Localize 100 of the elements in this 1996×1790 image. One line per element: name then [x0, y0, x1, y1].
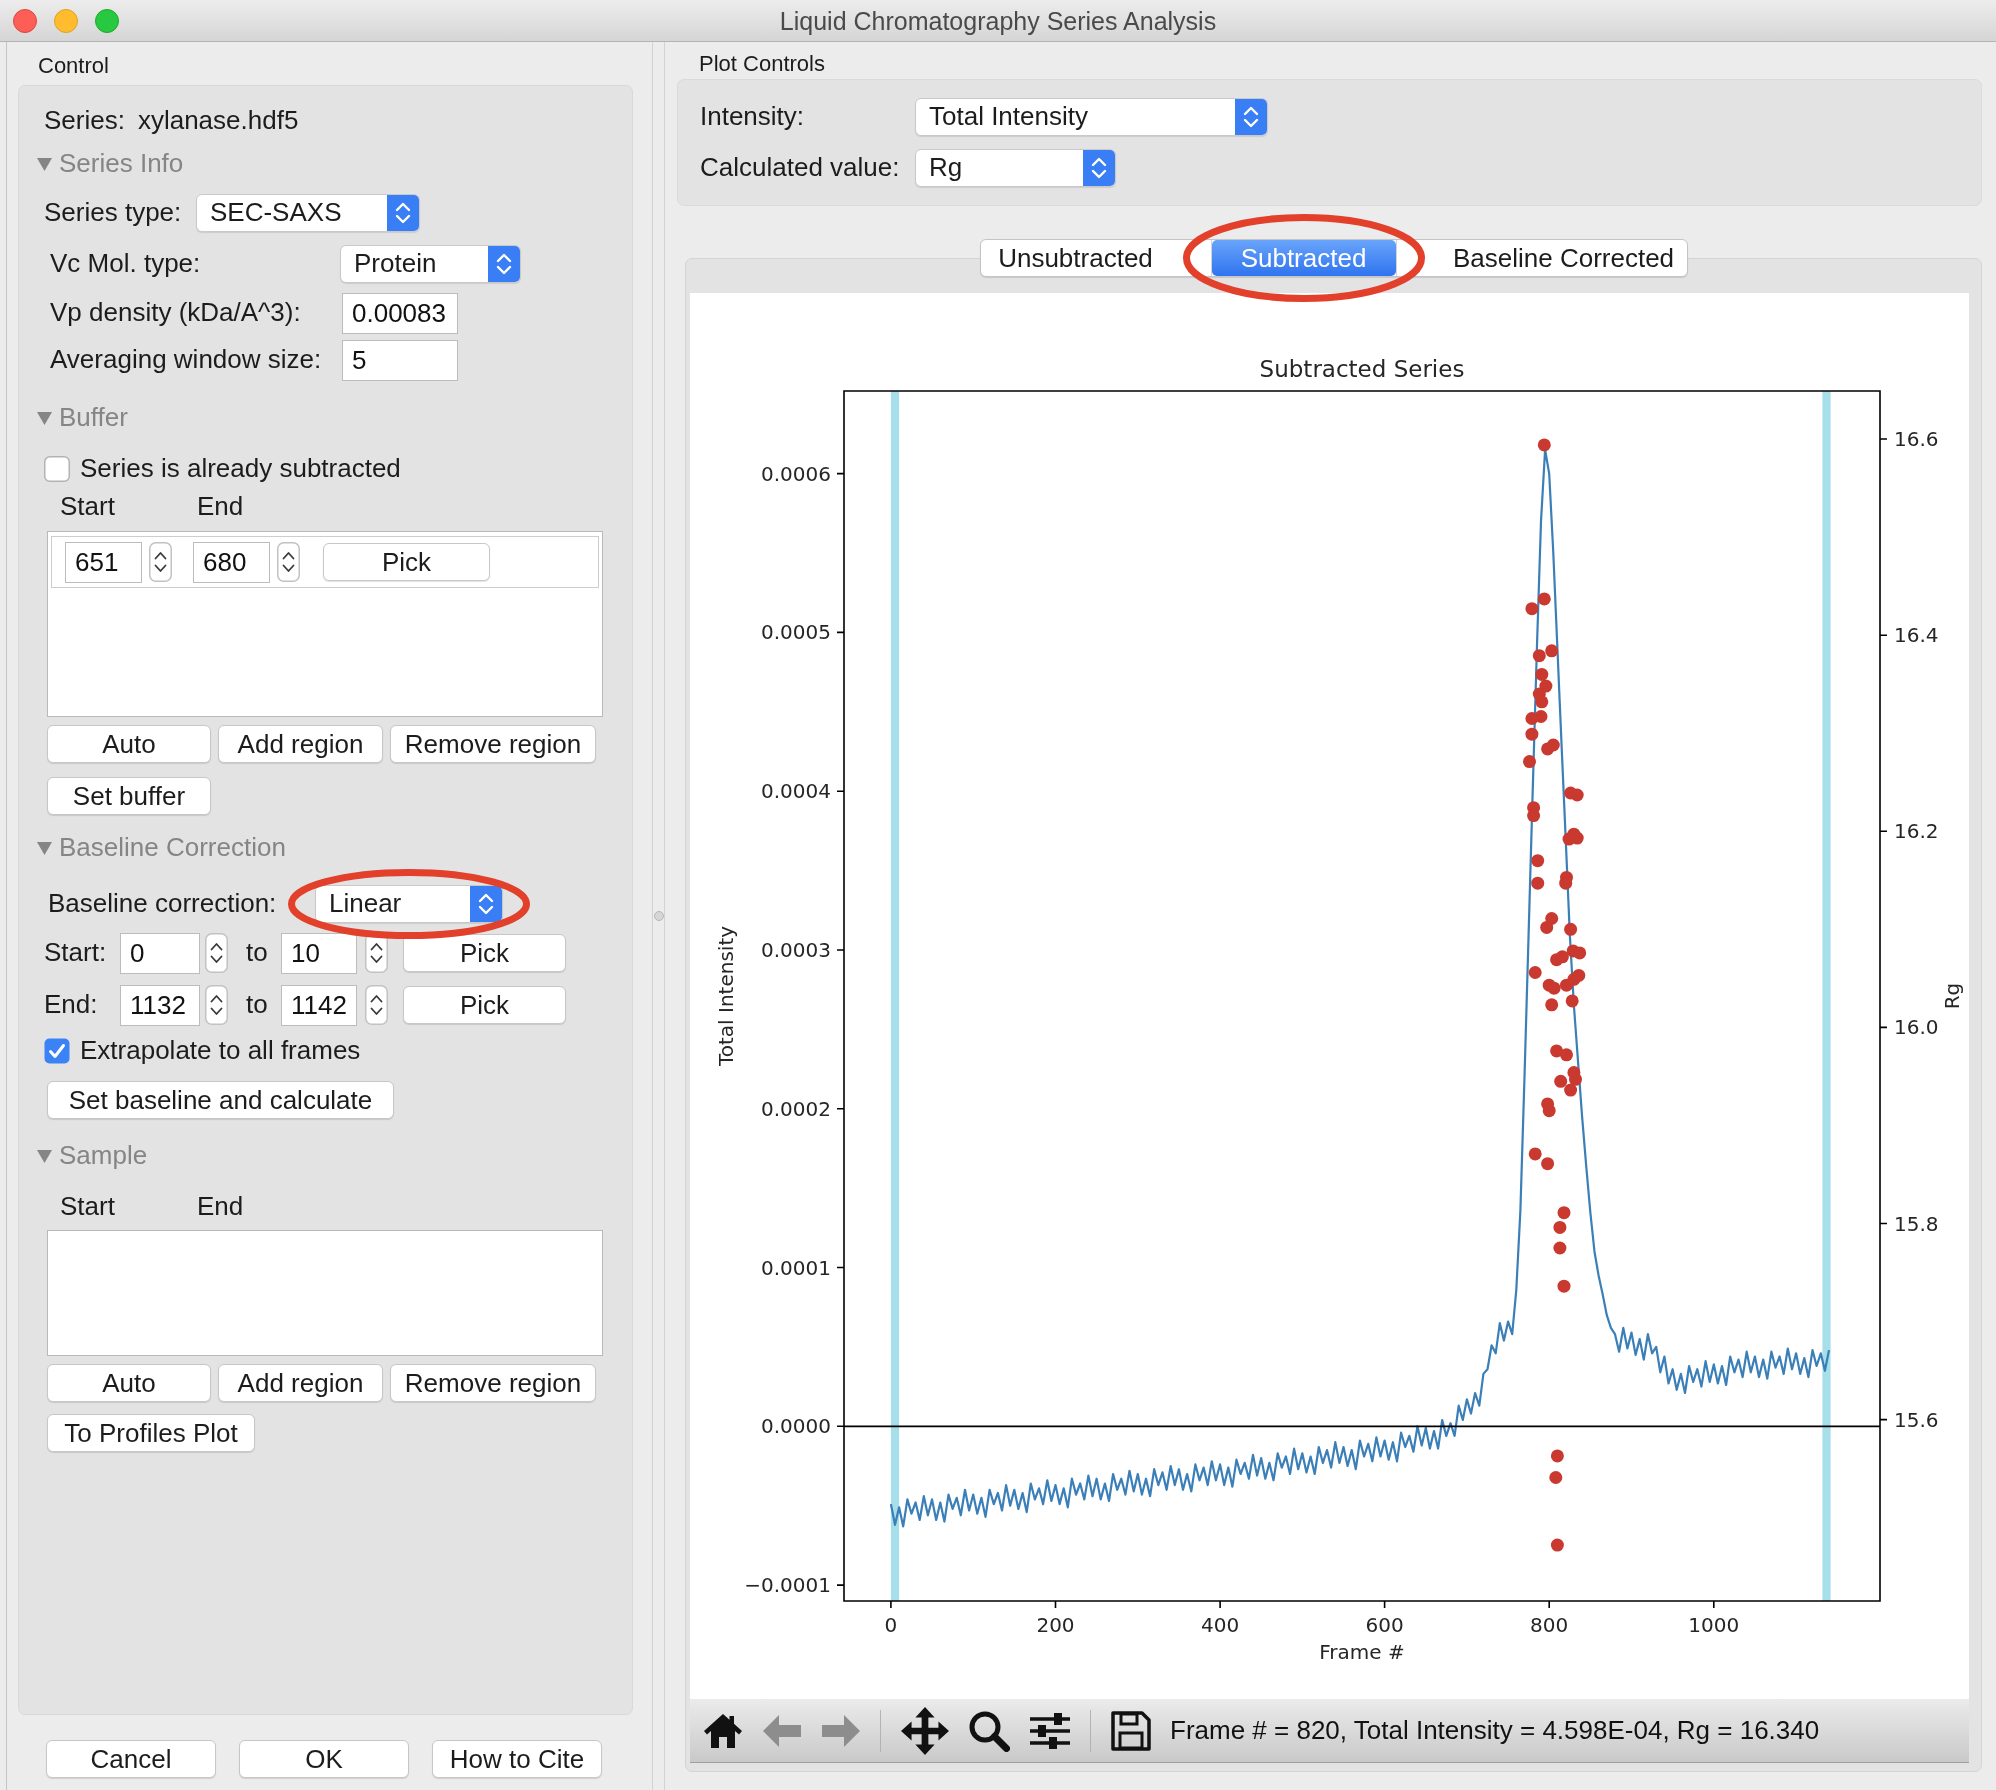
text-field[interactable]: 5	[342, 339, 458, 381]
dropdown[interactable]: SEC-SAXS	[196, 194, 420, 232]
text-field[interactable]: 0	[120, 932, 200, 974]
tick-label: 16.4	[1894, 623, 1939, 648]
section-title: Series Info	[59, 148, 184, 180]
disclosure-triangle-icon[interactable]	[37, 411, 52, 425]
tick-label: 0	[884, 1613, 898, 1637]
save-icon[interactable]	[1111, 1710, 1151, 1751]
dropdown-arrows-icon	[1235, 99, 1267, 135]
tick-label: 0.0005	[761, 620, 831, 645]
dropdown-arrows-icon	[387, 195, 419, 231]
pick-button[interactable]: Pick	[323, 543, 490, 581]
column-header: End	[197, 1191, 244, 1223]
group-caption: Plot Controls	[699, 51, 825, 76]
close-icon[interactable]	[13, 8, 37, 33]
field-label: Averaging window size:	[50, 344, 323, 376]
tick-label: 0.0004	[761, 779, 831, 804]
disclosure-triangle-icon[interactable]	[37, 841, 52, 855]
disclosure-triangle-icon[interactable]	[37, 1149, 52, 1163]
remove-region-button[interactable]: Remove region	[390, 1364, 596, 1402]
tab[interactable]: Unsubtracted	[980, 240, 1211, 276]
tick-label: 0.0003	[761, 938, 831, 962]
remove-region-button[interactable]: Remove region	[390, 725, 596, 763]
axis-title: Total Intensity	[714, 925, 738, 1067]
dropdown[interactable]: Rg	[915, 149, 1116, 187]
pick-button[interactable]: Pick	[403, 934, 566, 972]
auto-button[interactable]: Auto	[47, 725, 211, 763]
home-icon[interactable]	[703, 1712, 743, 1749]
field-label: Baseline correction:	[48, 888, 278, 920]
maximize-icon[interactable]	[95, 8, 119, 33]
tick-label: 600	[1365, 1613, 1404, 1637]
dropdown[interactable]: Protein	[340, 245, 521, 283]
tick-label: 16.6	[1894, 427, 1939, 451]
tick-label: 0.0006	[761, 461, 831, 486]
checkbox-label: Series is already subtracted	[80, 453, 401, 485]
dialog-button[interactable]: Cancel	[46, 1740, 216, 1778]
tick-label: 0.0002	[761, 1096, 831, 1121]
status-message: Frame # = 820, Total Intensity = 4.598E-04, Rg = 16.340	[1170, 1714, 1820, 1747]
add-region-button[interactable]: Add region	[218, 1364, 383, 1402]
field-label: Start:	[44, 937, 108, 969]
move-arrows-icon[interactable]	[901, 1706, 949, 1755]
field-label: End:	[44, 989, 99, 1021]
tick-label: 15.8	[1894, 1211, 1939, 1236]
file-name: xylanase.hdf5	[137, 105, 299, 137]
tick-label: 1000	[1688, 1613, 1740, 1637]
window-title: Liquid Chromatography Series Analysis	[779, 6, 1217, 35]
section-title: Buffer	[59, 402, 128, 434]
column-header: Start	[60, 491, 116, 523]
dialog-button[interactable]: OK	[239, 1740, 409, 1778]
dropdown-arrows-icon	[470, 886, 502, 922]
field-label: Vp density (kDa/A^3):	[50, 297, 302, 329]
field-label: to	[246, 937, 269, 969]
stepper-icon[interactable]	[277, 542, 300, 582]
text-field[interactable]: 1132	[120, 984, 200, 1026]
dropdown[interactable]: Total Intensity	[915, 98, 1268, 136]
axis-title: Rg	[1940, 982, 1964, 1010]
section-title: Baseline Correction	[59, 832, 286, 864]
calculate-button[interactable]: Set baseline and calculate	[47, 1081, 394, 1119]
dropdown[interactable]: Linear	[315, 885, 503, 923]
field-label: Series type:	[44, 197, 183, 229]
tick-label: 15.6	[1894, 1407, 1939, 1432]
dropdown-arrows-icon	[1083, 150, 1115, 186]
checkbox[interactable]	[44, 1038, 70, 1064]
add-region-button[interactable]: Add region	[218, 725, 383, 763]
tab[interactable]: Baseline Corrected	[1396, 240, 1687, 276]
tick-label: −0.0001	[744, 1573, 831, 1598]
tick-label: 0.0001	[761, 1255, 831, 1280]
column-header: End	[197, 491, 244, 523]
profiles-button[interactable]: To Profiles Plot	[47, 1414, 255, 1452]
text-field[interactable]: 680	[193, 541, 270, 583]
pick-button[interactable]: Pick	[403, 986, 566, 1024]
tick-label: 16.0	[1894, 1015, 1939, 1040]
stepper-icon[interactable]	[365, 985, 388, 1025]
text-field[interactable]: 0.00083	[342, 292, 458, 334]
tick-label: 0.0000	[761, 1414, 831, 1439]
text-field[interactable]: 10	[281, 932, 357, 974]
axis-title: Frame #	[1319, 1640, 1405, 1664]
tick-label: 16.2	[1894, 819, 1939, 844]
sliders-icon[interactable]	[1029, 1711, 1071, 1750]
tick-label: 400	[1201, 1613, 1240, 1637]
section-title: Sample	[59, 1140, 148, 1172]
set-buffer-button[interactable]: Set buffer	[47, 777, 211, 815]
field-label: to	[246, 989, 269, 1021]
stepper-icon[interactable]	[205, 985, 228, 1025]
text-field[interactable]: 1142	[281, 984, 357, 1026]
chart-title: Subtracted Series	[1259, 356, 1465, 382]
splitter-handle-icon[interactable]	[653, 911, 664, 921]
text-field[interactable]: 651	[65, 541, 142, 583]
field-label: Vc Mol. type:	[50, 248, 202, 280]
checkbox[interactable]	[44, 456, 70, 482]
tick-label: 200	[1036, 1613, 1075, 1637]
dialog-button[interactable]: How to Cite	[432, 1740, 602, 1778]
stepper-icon[interactable]	[205, 933, 228, 973]
magnifier-icon[interactable]	[968, 1709, 1010, 1752]
auto-button[interactable]: Auto	[47, 1364, 211, 1402]
tick-label: 800	[1530, 1613, 1569, 1637]
stepper-icon[interactable]	[149, 542, 172, 582]
field-label: Calculated value:	[700, 152, 901, 184]
disclosure-triangle-icon[interactable]	[37, 157, 52, 171]
checkbox-label: Extrapolate to all frames	[80, 1035, 361, 1067]
